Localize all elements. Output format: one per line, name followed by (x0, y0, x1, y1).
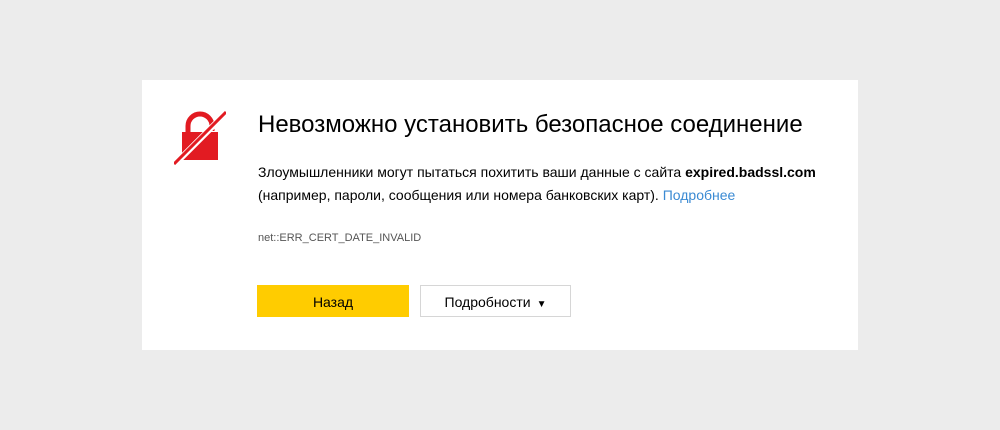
error-description: Злоумышленники могут пытаться похитить в… (258, 161, 828, 207)
broken-lock-icon (169, 108, 231, 170)
back-button[interactable]: Назад (257, 285, 409, 317)
description-text-continued: (например, пароли, сообщения или номера … (258, 187, 663, 203)
learn-more-link[interactable]: Подробнее (663, 187, 736, 203)
error-code: net::ERR_CERT_DATE_INVALID (258, 232, 422, 244)
page-title: Невозможно установить безопасное соедине… (258, 111, 803, 138)
details-button[interactable]: Подробности ▼ (420, 285, 571, 317)
site-domain: expired.badssl.com (685, 164, 816, 180)
caret-down-icon: ▼ (536, 299, 547, 310)
description-text: Злоумышленники могут пытаться похитить в… (258, 164, 686, 180)
error-card: Невозможно установить безопасное соедине… (142, 80, 858, 350)
details-button-label: Подробности (444, 294, 531, 310)
